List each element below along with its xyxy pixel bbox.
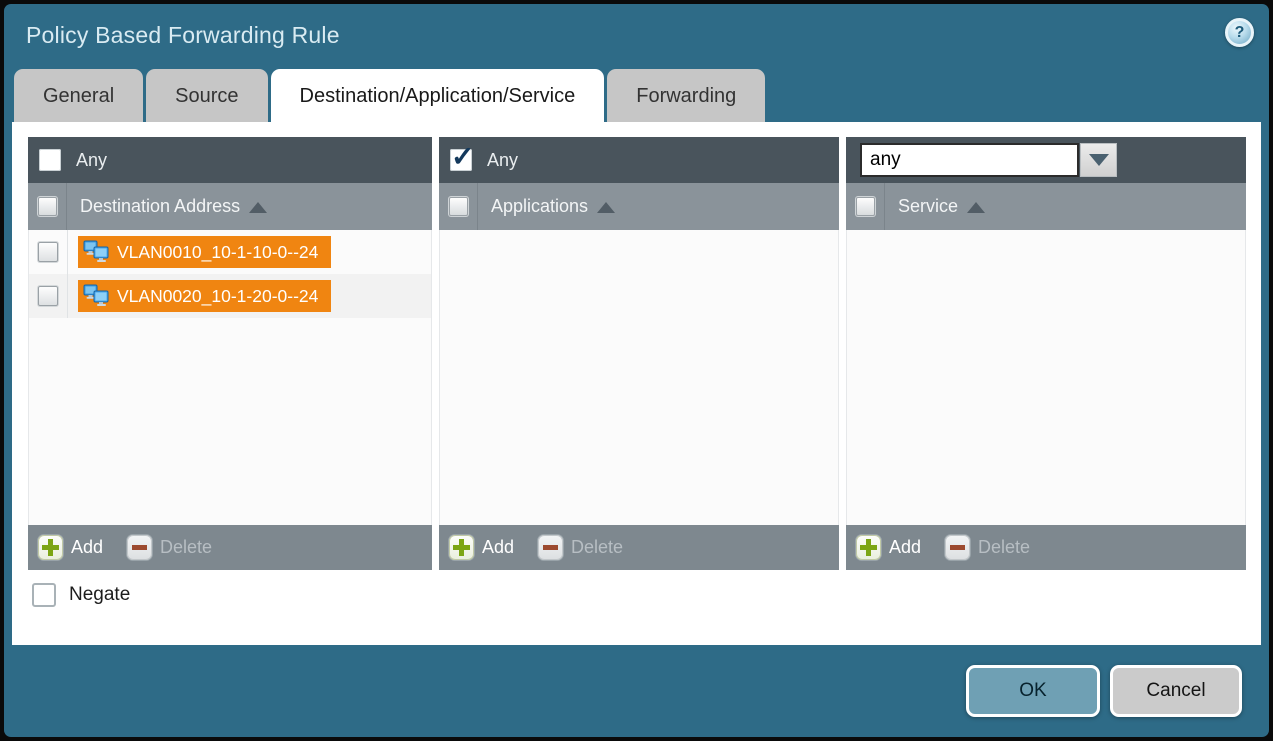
delete-minus-icon xyxy=(945,535,970,560)
destination-any-label: Any xyxy=(76,150,107,171)
sort-ascending-icon xyxy=(967,202,985,213)
service-column-label: Service xyxy=(898,196,958,217)
destination-toolbar: Add Delete xyxy=(28,525,432,570)
add-button[interactable]: Add xyxy=(856,535,921,560)
delete-button[interactable]: Delete xyxy=(945,535,1030,560)
delete-minus-icon xyxy=(538,535,563,560)
screen: { "window": { "title": "Policy Based For… xyxy=(0,0,1273,741)
cancel-button[interactable]: Cancel xyxy=(1110,665,1242,717)
applications-any-row: Any xyxy=(439,137,839,183)
negate-label: Negate xyxy=(69,584,130,606)
service-selectall-checkbox[interactable] xyxy=(856,197,875,216)
add-button[interactable]: Add xyxy=(449,535,514,560)
destination-address-panel: Any Destination Address xyxy=(28,137,432,570)
tab-content: Any Destination Address xyxy=(12,122,1261,645)
add-button[interactable]: Add xyxy=(38,535,103,560)
address-object-chip[interactable]: VLAN0020_10-1-20-0--24 xyxy=(78,280,331,312)
applications-any-checkbox[interactable] xyxy=(450,149,472,171)
tab-source[interactable]: Source xyxy=(146,69,267,122)
destination-list: VLAN0010_10-1-10-0--24 xyxy=(28,230,432,525)
network-icon xyxy=(83,284,110,308)
service-column-header: Service xyxy=(846,183,1246,230)
dialog-footer: OK Cancel xyxy=(4,645,1269,737)
applications-selectall-cell xyxy=(439,183,478,230)
panels-container: Any Destination Address xyxy=(28,137,1246,570)
sort-ascending-icon xyxy=(249,202,267,213)
applications-selectall-checkbox[interactable] xyxy=(449,197,468,216)
delete-label: Delete xyxy=(571,537,623,558)
destination-any-checkbox[interactable] xyxy=(39,149,61,171)
service-panel: any Service xyxy=(846,137,1246,570)
sort-ascending-icon xyxy=(597,202,615,213)
destination-column-header: Destination Address xyxy=(28,183,432,230)
destination-any-row: Any xyxy=(28,137,432,183)
add-label: Add xyxy=(482,537,514,558)
destination-column-label: Destination Address xyxy=(80,196,240,217)
delete-label: Delete xyxy=(978,537,1030,558)
row-checkbox[interactable] xyxy=(38,242,58,262)
tab-forwarding[interactable]: Forwarding xyxy=(607,69,765,122)
applications-any-label: Any xyxy=(487,150,518,171)
tab-destination-application-service[interactable]: Destination/Application/Service xyxy=(271,69,605,122)
destination-selectall-cell xyxy=(28,183,67,230)
address-object-chip[interactable]: VLAN0010_10-1-10-0--24 xyxy=(78,236,331,268)
list-item[interactable]: VLAN0020_10-1-20-0--24 xyxy=(29,274,431,318)
negate-checkbox[interactable] xyxy=(32,583,56,607)
chevron-down-icon xyxy=(1089,154,1109,166)
address-object-label: VLAN0020_10-1-20-0--24 xyxy=(117,286,318,307)
applications-column-header: Applications xyxy=(439,183,839,230)
tab-bar: General Source Destination/Application/S… xyxy=(14,69,765,122)
add-label: Add xyxy=(889,537,921,558)
service-selectall-cell xyxy=(846,183,885,230)
tab-general[interactable]: General xyxy=(14,69,143,122)
destination-column-title[interactable]: Destination Address xyxy=(80,183,267,230)
applications-panel: Any Applications Add xyxy=(439,137,839,570)
applications-column-title[interactable]: Applications xyxy=(491,183,615,230)
list-item[interactable]: VLAN0010_10-1-10-0--24 xyxy=(29,230,431,274)
service-dropdown[interactable]: any xyxy=(860,143,1117,177)
network-icon xyxy=(83,240,110,264)
add-plus-icon xyxy=(856,535,881,560)
row-checkbox[interactable] xyxy=(38,286,58,306)
add-plus-icon xyxy=(449,535,474,560)
row-checkbox-cell xyxy=(29,230,68,274)
add-label: Add xyxy=(71,537,103,558)
applications-column-label: Applications xyxy=(491,196,588,217)
service-dropdown-button[interactable] xyxy=(1080,143,1117,177)
service-dropdown-row: any xyxy=(846,137,1246,183)
ok-button[interactable]: OK xyxy=(966,665,1100,717)
negate-row: Negate xyxy=(32,583,130,607)
delete-minus-icon xyxy=(127,535,152,560)
delete-label: Delete xyxy=(160,537,212,558)
service-list xyxy=(846,230,1246,525)
page-title: Policy Based Forwarding Rule xyxy=(26,22,340,49)
row-checkbox-cell xyxy=(29,274,68,318)
destination-selectall-checkbox[interactable] xyxy=(38,197,57,216)
title-bar: Policy Based Forwarding Rule ? xyxy=(4,4,1269,68)
delete-button[interactable]: Delete xyxy=(538,535,623,560)
address-object-label: VLAN0010_10-1-10-0--24 xyxy=(117,242,318,263)
policy-forwarding-dialog: Policy Based Forwarding Rule ? General S… xyxy=(4,4,1269,737)
add-plus-icon xyxy=(38,535,63,560)
service-dropdown-value[interactable]: any xyxy=(860,143,1079,177)
service-column-title[interactable]: Service xyxy=(898,183,985,230)
delete-button[interactable]: Delete xyxy=(127,535,212,560)
applications-list xyxy=(439,230,839,525)
service-toolbar: Add Delete xyxy=(846,525,1246,570)
applications-toolbar: Add Delete xyxy=(439,525,839,570)
help-icon[interactable]: ? xyxy=(1225,18,1254,47)
